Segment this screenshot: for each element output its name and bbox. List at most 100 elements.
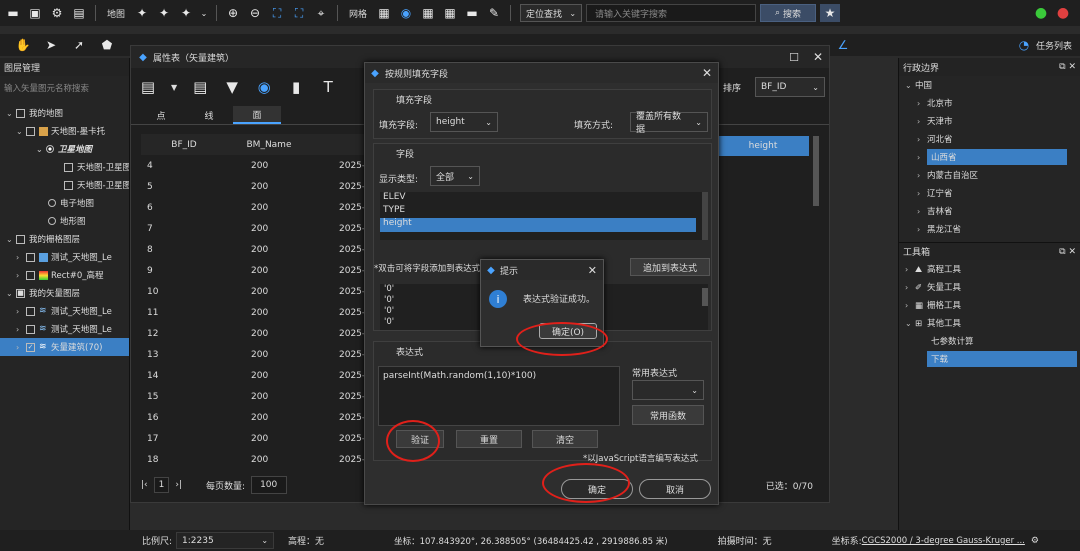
table-row[interactable]: 15 200 2025-01-10 [141,386,371,407]
table-row[interactable]: 11 200 2025-01-10 [141,302,371,323]
reset-button[interactable]: 重置 [456,430,522,448]
table-row[interactable]: 9 200 2025-01-10 [141,260,371,281]
star-icon[interactable]: ★ [820,4,841,22]
admin-item[interactable]: › 内蒙古自治区 [899,166,1080,184]
gear-icon[interactable]: ⚙ [1031,536,1039,546]
column-header[interactable]: BM_T [311,134,371,155]
table-row[interactable]: 18 200 2025-01-10 [141,449,371,470]
column-header[interactable]: BM_Name [221,134,311,155]
filter-icon[interactable]: ▼ [223,78,241,96]
chevron-down-icon[interactable]: ▼ [171,83,177,92]
common-function-button[interactable]: 常用函数 [632,405,704,425]
expression-input[interactable]: parseInt(Math.random(1,10)*100) [378,366,620,426]
fill-field-select[interactable]: height ⌄ [430,112,498,132]
tab-point[interactable]: 点 [137,106,185,124]
tab-polygon[interactable]: 面 [233,106,281,124]
window-controls[interactable]: ⧉ ✕ [1059,247,1076,257]
fill-mode-select[interactable]: 覆盖所有数据 ⌄ [630,112,708,135]
admin-item[interactable]: › 天津市 [899,112,1080,130]
tool-item[interactable]: › ▦ 栅格工具 [899,296,1080,314]
table-row[interactable]: 13 200 2025-01-10 [141,344,371,365]
table-row[interactable]: 4 200 2025-01-10 [141,155,371,176]
tree-node[interactable]: ⌄ 我的地图 [0,104,129,122]
pointer-icon[interactable]: ➤ [42,36,60,54]
table-row[interactable]: 12 200 2025-01-10 [141,323,371,344]
folder-2-icon[interactable]: ▬ [463,4,481,22]
sort-select[interactable]: BF_ID ⌄ [755,77,825,97]
radio[interactable] [48,199,56,207]
save-icon[interactable]: ▣ [26,4,44,22]
search-doc-icon[interactable]: ▤ [191,78,209,96]
maximize-icon[interactable]: ☐ [789,51,799,64]
display-type-select[interactable]: 全部 ⌄ [430,166,480,186]
scrollbar[interactable] [813,136,819,206]
zoom-in-icon[interactable]: ⊕ [224,4,242,22]
admin-item[interactable]: › 辽宁省 [899,184,1080,202]
gear-icon[interactable]: ⚙ [48,4,66,22]
checkbox[interactable] [64,162,73,172]
tree-node[interactable]: › ≋ 测试_天地图_Le [0,302,129,320]
folder-icon[interactable]: ▬ [4,4,22,22]
tree-node[interactable]: ⌄ 卫星地图 [0,140,129,158]
page-number[interactable]: 1 [153,477,170,493]
search-input[interactable]: 请输入关键字搜索 [586,4,757,22]
chevron-down-icon[interactable]: ⌄ [199,4,209,22]
table-row[interactable]: 8 200 2025-01-10 [141,239,371,260]
grid-icon[interactable]: ▦ [375,4,393,22]
tool-item[interactable]: › ✐ 矢量工具 [899,278,1080,296]
first-page-icon[interactable]: |‹ [141,480,148,490]
tree-node-selected[interactable]: › ✓ ≋ 矢量建筑(70) [0,338,129,356]
checkbox[interactable] [26,306,35,316]
fit-extent-icon[interactable]: ⛶ [268,4,286,22]
field-item-selected[interactable]: height [380,218,696,232]
export-icon[interactable]: ▤ [139,78,157,96]
admin-item[interactable]: › 北京市 [899,94,1080,112]
satellite-icon-3[interactable]: ✦ [177,4,195,22]
checkbox[interactable]: ■ [16,288,25,298]
layers-icon[interactable]: ▦ [419,4,437,22]
tree-node[interactable]: 天地图-卫星图 [0,158,129,176]
tree-node[interactable]: ⌄ 我的栅格图层 [0,230,129,248]
tree-node[interactable]: › 测试_天地图_Le [0,248,129,266]
scrollbar[interactable] [702,192,708,240]
common-expr-select[interactable]: ⌄ [632,380,704,400]
tree-node[interactable]: › ≋ 测试_天地图_Le [0,320,129,338]
close-icon[interactable]: ✕ [702,66,712,80]
table-row[interactable]: 17 200 2025-01-10 [141,428,371,449]
checkbox[interactable] [26,252,35,262]
link-icon[interactable]: ● [1032,4,1050,22]
angle-icon[interactable]: ∠ [834,36,852,54]
location-icon[interactable]: ⌖ [312,4,330,22]
power-icon[interactable]: ● [1054,4,1072,22]
add-to-expression-button[interactable]: 追加到表达式 [630,258,710,276]
layer-search-input[interactable]: 输入矢量图元名称搜索 [4,78,125,98]
close-icon[interactable]: ✕ [813,50,823,64]
checkbox[interactable] [26,270,35,280]
tool-item[interactable]: 七参数计算 [899,332,1080,350]
checkbox[interactable] [26,126,35,136]
tree-node[interactable]: 天地图-卫星图 [0,176,129,194]
brush-icon[interactable]: ✎ [485,4,503,22]
column-icon[interactable]: ▮ [287,78,305,96]
column-header[interactable]: BF_ID [141,134,221,155]
close-icon[interactable]: ✕ [588,264,597,277]
scale-select[interactable]: 1:2235 ⌄ [176,532,275,549]
crs-link[interactable]: CGCS2000 / 3-degree Gauss-Kruger ... [862,536,1025,546]
cancel-button[interactable]: 取消 [639,479,711,499]
table-icon[interactable]: ▦ [441,4,459,22]
checkbox[interactable] [16,108,25,118]
scrollbar[interactable] [702,288,708,306]
admin-item-selected[interactable]: › 山西省 [899,148,1080,166]
tree-node[interactable]: ⌄ 天地图-墨卡托 [0,122,129,140]
search-button[interactable]: ⌕ 搜索 [760,4,817,22]
table-row[interactable]: 7 200 2025-01-10 [141,218,371,239]
tree-node[interactable]: › Rect#0_高程 [0,266,129,284]
window-controls[interactable]: ⧉ ✕ [1059,62,1076,72]
tool-item[interactable]: ⌄ ⊞ 其他工具 [899,314,1080,332]
checkbox[interactable] [16,234,25,244]
table-row[interactable]: 6 200 2025-01-10 [141,197,371,218]
pentagon-icon[interactable]: ⬟ [98,36,116,54]
checkbox[interactable]: ✓ [26,342,35,352]
admin-item[interactable]: › 吉林省 [899,202,1080,220]
admin-item[interactable]: › 河北省 [899,130,1080,148]
